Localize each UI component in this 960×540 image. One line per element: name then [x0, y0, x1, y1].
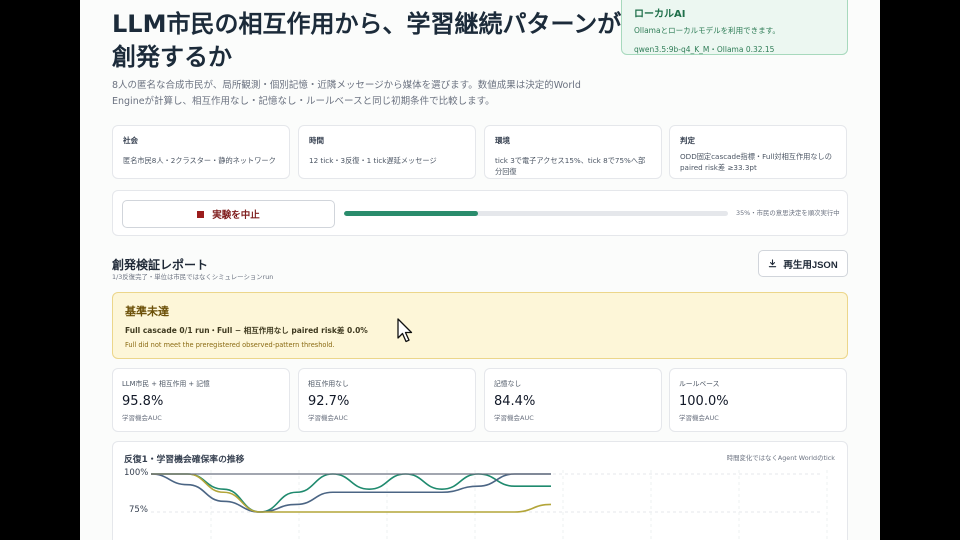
stat-card-rule-based: ルールベース 100.0% 学習機会AUC: [669, 368, 847, 432]
info-label: 環境: [495, 136, 510, 145]
stop-icon: [197, 210, 205, 218]
stat-unit: 学習機会AUC: [122, 414, 162, 422]
stop-experiment-label: 実験を中止: [212, 210, 260, 221]
stat-card-no-interaction: 相互作用なし 92.7% 学習機会AUC: [298, 368, 476, 432]
info-value: 匿名市民8人・2クラスター・静的ネットワーク: [123, 156, 276, 165]
info-card-society: 社会 匿名市民8人・2クラスター・静的ネットワーク: [112, 125, 290, 179]
condition-summary: 社会 匿名市民8人・2クラスター・静的ネットワーク 時間 12 tick・3反復…: [112, 125, 848, 179]
intro-text: 8人の匿名な合成市民が、局所観測・個別記憶・近隣メッセージから媒体を選びます。数…: [112, 80, 581, 107]
mouse-cursor-icon: [397, 318, 413, 343]
info-label: 社会: [123, 136, 138, 145]
info-card-environment: 環境 tick 3で電子アクセス15%、tick 8で75%へ部分回復: [484, 125, 662, 179]
info-label: 時間: [309, 136, 324, 145]
stat-value: 100.0%: [679, 394, 729, 409]
download-icon: [769, 259, 777, 268]
chart-title: 反復1・学習機会確保率の推移: [124, 455, 245, 465]
local-ai-card: ローカルAI Ollamaとローカルモデルを利用できます。 qwen3.5:9b…: [621, 0, 848, 55]
stat-value: 95.8%: [122, 394, 164, 409]
warning-title: 基準未達: [125, 305, 169, 318]
local-ai-desc: Ollamaとローカルモデルを利用できます。: [634, 26, 780, 35]
stat-label: ルールベース: [679, 380, 720, 388]
chart-note: 時間変化ではなくAgent Worldのtick: [726, 454, 835, 462]
progress-text: 35%・市民の意思決定を順次実行中: [736, 209, 840, 217]
stat-label: 記憶なし: [494, 380, 522, 388]
warning-detail: Full cascade 0/1 run・Full − 相互作用なし paire…: [125, 326, 368, 335]
progress-fill: [344, 211, 479, 216]
info-value: ODD固定cascade指標・Full対相互作用なしのpaired risk差 …: [680, 152, 832, 172]
stat-unit: 学習機会AUC: [494, 414, 534, 422]
threshold-warning: 基準未達 Full cascade 0/1 run・Full − 相互作用なし …: [112, 292, 848, 359]
auc-stats: LLM市民 + 相互作用 + 記憶 95.8% 学習機会AUC 相互作用なし 9…: [112, 368, 848, 432]
info-label: 判定: [680, 136, 695, 145]
stop-experiment-button[interactable]: 実験を中止: [122, 200, 335, 228]
report-subtitle: 1/3反復完了・単位は市民ではなくシミュレーションrun: [112, 273, 274, 281]
chart-card: 反復1・学習機会確保率の推移 時間変化ではなくAgent Worldのtick …: [112, 441, 848, 540]
progress-bar: [344, 211, 728, 216]
warning-english: Full did not meet the preregistered obse…: [125, 341, 335, 349]
info-value: 12 tick・3反復・1 tick遅延メッセージ: [309, 156, 437, 165]
stat-label: LLM市民 + 相互作用 + 記憶: [122, 380, 210, 388]
app-page: LLM市民の相互作用から、学習継続パターンが創発するか 8人の匿名な合成市民が、…: [80, 0, 880, 540]
stat-value: 84.4%: [494, 394, 536, 409]
info-value: tick 3で電子アクセス15%、tick 8で75%へ部分回復: [495, 156, 646, 176]
stat-unit: 学習機会AUC: [679, 414, 719, 422]
run-status-bar: 実験を中止 35%・市民の意思決定を順次実行中: [112, 190, 848, 236]
download-json-label: 再生用JSON: [783, 259, 838, 271]
info-card-judgement: 判定 ODD固定cascade指標・Full対相互作用なしのpaired ris…: [669, 125, 847, 179]
y-tick-100: 100%: [124, 468, 149, 478]
info-card-time: 時間 12 tick・3反復・1 tick遅延メッセージ: [298, 125, 476, 179]
stat-unit: 学習機会AUC: [308, 414, 348, 422]
y-tick-75: 75%: [129, 505, 148, 515]
local-ai-model: qwen3.5:9b-q4_K_M・Ollama 0.32.15: [634, 45, 775, 54]
local-ai-title: ローカルAI: [634, 9, 686, 20]
stat-value: 92.7%: [308, 394, 350, 409]
stat-card-full: LLM市民 + 相互作用 + 記憶 95.8% 学習機会AUC: [112, 368, 290, 432]
line-chart: [151, 470, 828, 540]
download-json-button[interactable]: 再生用JSON: [758, 250, 848, 277]
report-title: 創発検証レポート: [112, 258, 209, 272]
stat-card-no-memory: 記憶なし 84.4% 学習機会AUC: [484, 368, 662, 432]
page-title: LLM市民の相互作用から、学習継続パターンが創発するか: [112, 10, 622, 71]
stat-label: 相互作用なし: [308, 380, 349, 388]
